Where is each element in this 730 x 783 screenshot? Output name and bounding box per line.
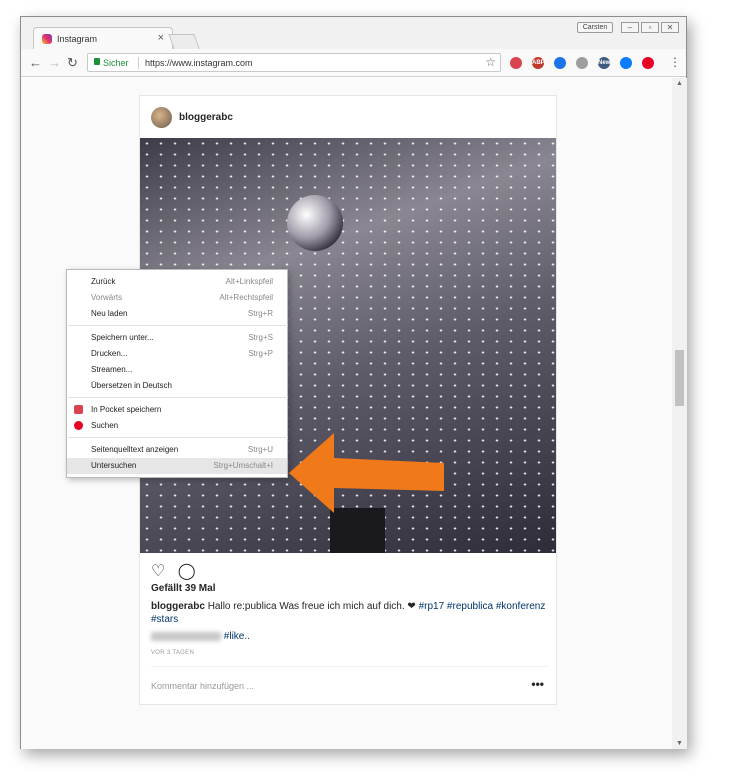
tab-instagram[interactable]: Instagram × (33, 27, 173, 50)
messenger-icon[interactable] (620, 57, 632, 69)
new-tab-button[interactable] (168, 34, 200, 49)
menu-item-translate[interactable]: Übersetzen in Deutsch (67, 378, 287, 394)
comment-divider (151, 666, 547, 667)
menu-item-save-as[interactable]: Speichern unter... Strg+S (67, 330, 287, 346)
minimize-icon[interactable]: – (621, 22, 639, 33)
browser-window: Instagram × Carsten – ▫ ✕ ← → ↻ Sicher h… (20, 16, 687, 749)
reload-icon[interactable]: ↻ (67, 55, 78, 71)
url-text[interactable]: https://www.instagram.com (145, 58, 253, 68)
window-close-icon[interactable]: ✕ (661, 22, 679, 33)
pocket-icon (74, 405, 83, 414)
post-caption: bloggerabc Hallo re:publica Was freue ic… (151, 600, 547, 626)
lock-icon (94, 58, 100, 65)
title-bar: Instagram × Carsten – ▫ ✕ (21, 17, 686, 50)
menu-item-back[interactable]: Zurück Alt+Linkspfeil (67, 274, 287, 290)
restore-icon[interactable]: ▫ (641, 22, 659, 33)
scroll-thumb[interactable] (675, 350, 684, 406)
gray-circle-icon[interactable] (576, 57, 588, 69)
bookmark-star-icon[interactable]: ☆ (485, 55, 496, 69)
comment-bubble-icon[interactable]: ◯ (178, 563, 196, 580)
adblock-icon[interactable]: ABP (532, 57, 545, 69)
post-username[interactable]: bloggerabc (179, 112, 233, 123)
menu-item-print[interactable]: Drucken... Strg+P (67, 346, 287, 362)
likes-count[interactable]: Gefällt 39 Mal (151, 583, 215, 594)
comment-input[interactable]: Kommentar hinzufügen ... (151, 681, 254, 691)
dark-doorway (330, 508, 385, 553)
blurred-text (151, 631, 221, 641)
forward-icon[interactable]: → (48, 55, 61, 70)
chrome-menu-icon[interactable]: ⋮ (669, 55, 681, 69)
ring-icon[interactable] (554, 57, 566, 69)
context-menu: Zurück Alt+Linkspfeil Vorwärts Alt+Recht… (66, 269, 288, 478)
menu-separator (68, 325, 288, 326)
pinterest-icon (74, 421, 83, 430)
blurred-comment: #like.. (151, 631, 250, 642)
disco-ball (287, 195, 343, 251)
instagram-favicon-icon (42, 34, 52, 44)
pocket-icon[interactable] (510, 57, 522, 69)
menu-item-inspect[interactable]: Untersuchen Strg+Umschalt+I (67, 458, 287, 474)
profile-button[interactable]: Carsten (577, 22, 613, 33)
back-icon[interactable]: ← (29, 55, 42, 70)
tab-title: Instagram (57, 34, 98, 44)
browser-toolbar: ← → ↻ Sicher https://www.instagram.com ☆… (21, 49, 686, 77)
like-heart-icon[interactable]: ♡ (151, 563, 165, 580)
caption-text: Hallo re:publica Was freue ich mich auf … (207, 601, 416, 612)
scroll-up-icon[interactable]: ▲ (676, 80, 683, 87)
menu-item-view-source[interactable]: Seitenquelltext anzeigen Strg+U (67, 442, 287, 458)
secure-label: Sicher (103, 58, 129, 68)
blurred-hashtag[interactable]: #like.. (224, 631, 250, 642)
scroll-down-icon[interactable]: ▼ (676, 740, 683, 747)
avatar[interactable] (151, 107, 172, 128)
vertical-scrollbar[interactable]: ▲ ▼ (672, 78, 687, 749)
caption-username[interactable]: bloggerabc (151, 601, 205, 612)
menu-item-pocket[interactable]: In Pocket speichern (67, 402, 287, 418)
address-divider (138, 57, 139, 69)
address-bar[interactable]: Sicher https://www.instagram.com ☆ (87, 53, 501, 72)
menu-item-cast[interactable]: Streamen... (67, 362, 287, 378)
menu-item-forward[interactable]: Vorwärts Alt+Rechtspfeil (67, 290, 287, 306)
pinterest-icon[interactable] (642, 57, 654, 69)
post-actions: ♡ ◯ (151, 561, 196, 581)
post-time: VOR 3 TAGEN (151, 650, 195, 656)
menu-separator (68, 437, 288, 438)
menu-item-search[interactable]: Suchen (67, 418, 287, 434)
tab-close-icon[interactable]: × (158, 32, 164, 44)
more-options-icon[interactable]: ••• (531, 677, 544, 691)
new-badge-icon[interactable]: New (598, 57, 610, 69)
page-content: bloggerabc ♡ ◯ Gefällt 39 Mal bloggerabc… (21, 78, 672, 749)
menu-separator (68, 397, 288, 398)
menu-item-reload[interactable]: Neu laden Strg+R (67, 306, 287, 322)
orange-arrow-icon (289, 433, 444, 513)
